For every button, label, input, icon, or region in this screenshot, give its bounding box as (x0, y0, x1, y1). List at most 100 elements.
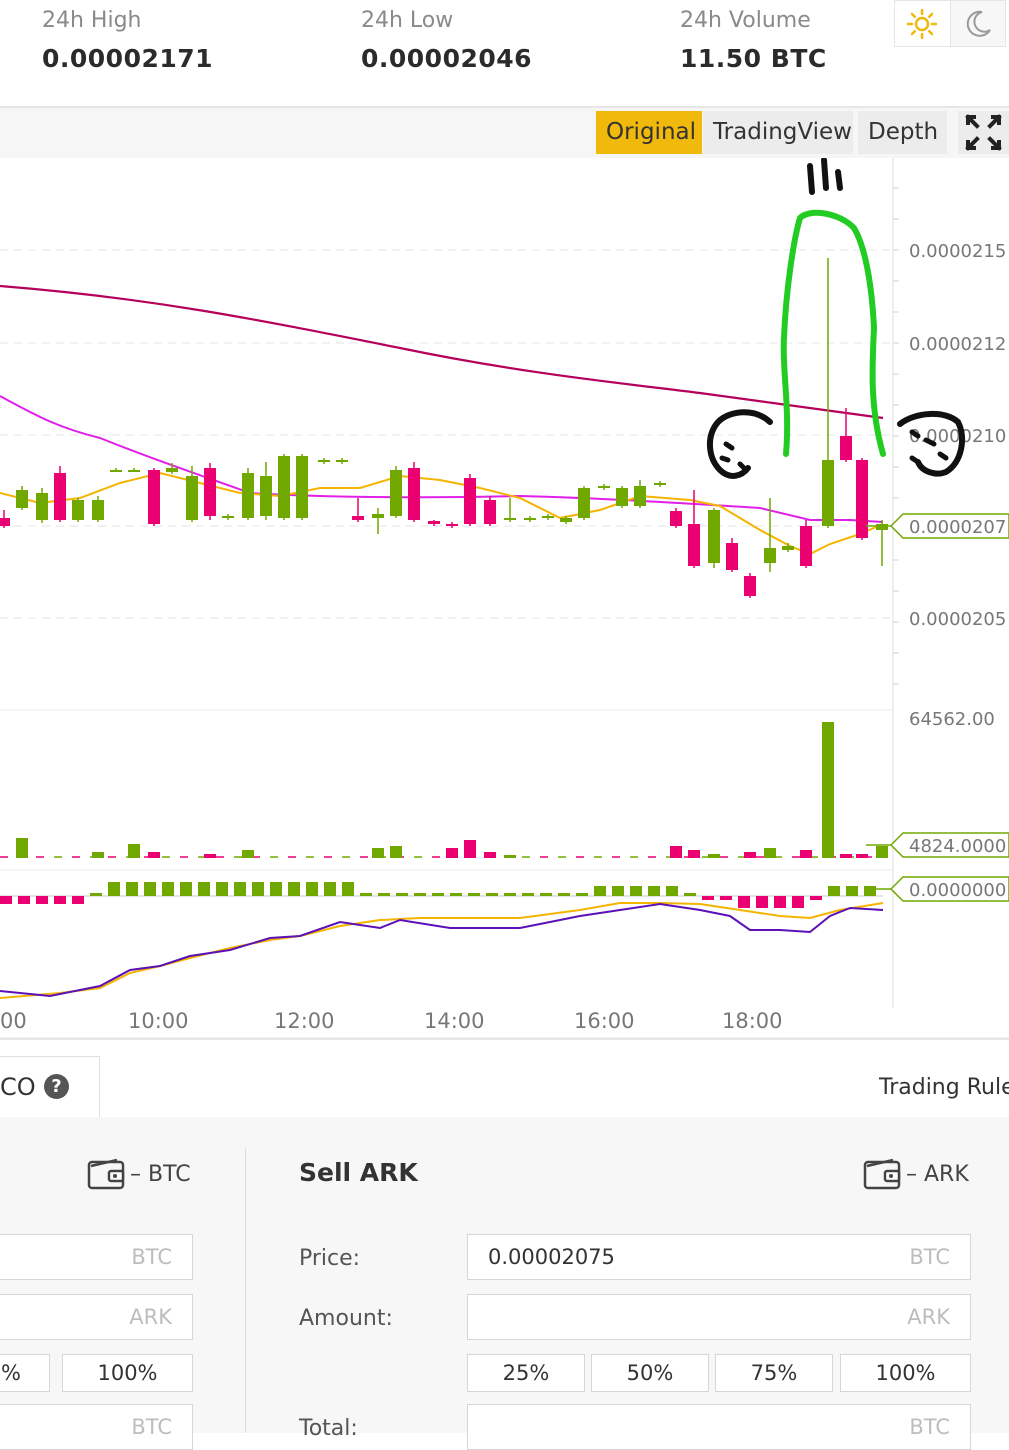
sell-pct-100-button[interactable]: 100% (840, 1354, 971, 1392)
candle-body (764, 548, 776, 563)
macd-histogram-bar (522, 893, 534, 896)
candle-body (504, 518, 516, 520)
time-axis: 00 10:00 12:00 14:00 16:00 18:00 (0, 1009, 783, 1033)
buy-pct-100-button[interactable]: 100% (62, 1354, 193, 1392)
fullscreen-icon (965, 114, 1002, 151)
sell-total-label: Total: (299, 1416, 358, 1441)
candle-body (278, 456, 290, 518)
volume-bar (16, 838, 28, 858)
candle-body (726, 543, 738, 570)
candle-body (524, 518, 536, 520)
macd-histogram-bar (738, 896, 750, 908)
sell-price-input[interactable]: 0.00002075 BTC (467, 1234, 971, 1280)
moon-icon (966, 10, 991, 37)
candle-body (296, 456, 308, 518)
time-axis-label: 14:00 (424, 1009, 485, 1033)
candle-body (242, 473, 254, 518)
macd-histogram-bar (36, 896, 48, 904)
tab-depth[interactable]: Depth (858, 111, 947, 154)
candle-body (318, 460, 330, 462)
low-value: 0.00002046 (361, 44, 533, 73)
sell-pct-25-button[interactable]: 25% (467, 1354, 585, 1392)
dark-theme-button[interactable] (951, 1, 1006, 46)
sell-price-value: 0.00002075 (488, 1245, 615, 1269)
candle-body (222, 516, 234, 518)
macd-histogram-bar (630, 886, 642, 896)
buy-amount-input[interactable]: ARK (0, 1294, 193, 1340)
candle-body (372, 514, 384, 518)
macd-histogram-bar (414, 893, 426, 896)
tab-tradingview[interactable]: TradingView (703, 111, 853, 154)
candle-body (352, 516, 364, 520)
sell-total-unit: BTC (909, 1415, 950, 1439)
moving-averages (0, 284, 884, 556)
price-tags: 0.0000207 4824.0000 0.0000000 (866, 513, 1009, 902)
sell-title: Sell ARK (299, 1158, 418, 1187)
macd-histogram-bar (468, 893, 480, 896)
candle-body (876, 524, 888, 530)
macd-histogram-bar (360, 893, 372, 896)
candle-body (464, 478, 476, 524)
macd-histogram-bar (702, 896, 714, 900)
macd-histogram-bar (270, 882, 282, 896)
macd-panel (0, 882, 884, 999)
candle-body (634, 486, 646, 506)
macd-histogram-bar (594, 886, 606, 896)
macd-histogram-bar (486, 893, 498, 896)
macd-histogram-bar (18, 896, 30, 904)
time-axis-label: 18:00 (722, 1009, 783, 1033)
macd-histogram-bar (846, 886, 858, 896)
volume-bar (204, 854, 216, 858)
macd-histogram-bar (234, 882, 246, 896)
question-icon[interactable]: ? (44, 1074, 69, 1099)
macd-histogram-bar (252, 882, 264, 896)
macd-histogram-bar (54, 896, 66, 904)
price-axis-label: 0.0000205 (909, 609, 1006, 630)
candle-body (408, 468, 420, 520)
macd-histogram-bar (684, 893, 696, 896)
buy-price-input[interactable]: BTC (0, 1234, 193, 1280)
macd-histogram-bar (324, 882, 336, 896)
fullscreen-button[interactable] (958, 111, 1009, 154)
current-price-tag: 0.0000207 (909, 517, 1006, 538)
candle-body (654, 483, 666, 485)
sell-total-input[interactable]: BTC (467, 1404, 971, 1450)
tab-oco[interactable]: CO ? (0, 1056, 100, 1117)
price-axis-label: 0.0000212 (909, 334, 1006, 355)
buy-pct-75-button[interactable]: % (0, 1354, 50, 1392)
light-theme-button[interactable] (895, 1, 951, 46)
trading-rules-link[interactable]: Trading Rule (879, 1075, 1009, 1100)
volume-label: 24h Volume (680, 8, 811, 33)
candle-body (204, 468, 216, 516)
candle-body (670, 511, 682, 526)
volume-bar (800, 850, 812, 858)
candle-body (390, 470, 402, 516)
ma-short-line (0, 471, 884, 556)
buy-total-unit: BTC (131, 1415, 172, 1439)
sell-amount-input[interactable]: ARK (467, 1294, 971, 1340)
macd-histogram-bar (342, 882, 354, 896)
macd-histogram-bar (396, 893, 408, 896)
candle-body (72, 500, 84, 520)
macd-histogram-bar (576, 893, 588, 896)
tab-original[interactable]: Original (596, 111, 702, 154)
sell-pct-50-button[interactable]: 50% (591, 1354, 709, 1392)
macd-histogram-bar (648, 886, 660, 896)
macd-histogram-bar (612, 886, 624, 896)
volume-max-label: 64562.00 (909, 709, 995, 730)
macd-histogram-bar (504, 893, 516, 896)
macd-histogram-bar (450, 893, 462, 896)
macd-signal-line (0, 902, 884, 999)
candle-body (260, 476, 272, 516)
theme-switcher (894, 0, 1006, 47)
macd-histogram-bar (72, 896, 84, 904)
candle-body (484, 500, 496, 524)
macd-histogram-bar (558, 893, 570, 896)
buy-total-input[interactable]: BTC (0, 1404, 193, 1450)
macd-histogram-bar (810, 896, 822, 900)
volume-bar (840, 854, 852, 858)
volume-bar (242, 850, 254, 858)
sell-pct-75-button[interactable]: 75% (715, 1354, 833, 1392)
time-axis-label: 12:00 (274, 1009, 335, 1033)
price-chart[interactable]: 0.00002150.00002120.00002100.00002070.00… (0, 158, 1009, 1038)
